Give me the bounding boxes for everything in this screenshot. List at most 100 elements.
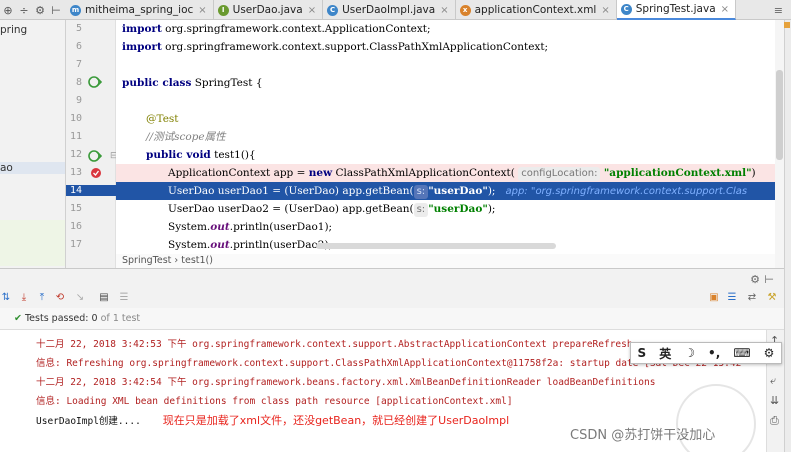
class-icon: C xyxy=(620,3,632,15)
sync-icon[interactable]: ⊕ xyxy=(0,4,16,17)
print-icon[interactable]: ⎙ xyxy=(770,414,779,428)
line-number: 10 xyxy=(69,113,82,124)
module-icon: m xyxy=(70,4,81,16)
wrap-icon[interactable]: ⤶ xyxy=(770,374,776,388)
code-line: //测试scope属性 xyxy=(146,131,226,143)
history-icon[interactable]: ▣ xyxy=(708,292,720,304)
code-line-breakpoint: ApplicationContext app = new ClassPathXm… xyxy=(116,164,775,182)
breadcrumb-method[interactable]: test1() xyxy=(181,255,213,266)
ime-punctuation-icon[interactable]: •, xyxy=(708,346,720,360)
line-number: 7 xyxy=(75,59,82,70)
horizontal-scrollbar[interactable] xyxy=(316,243,556,249)
project-tree-item[interactable]: ao xyxy=(0,162,65,174)
ime-toolbar: S 英 ☽ •, ⌨ ⚙ xyxy=(630,342,782,364)
close-icon[interactable]: × xyxy=(308,5,316,16)
editor-tab-bar: ⊕ ÷ ⚙ ⊢ m mitheima_spring_ioc × I UserDa… xyxy=(0,0,791,20)
line-number: 12 xyxy=(69,149,82,160)
rerun-failed-icon[interactable]: ⟲ xyxy=(54,292,66,304)
console-line: UserDaoImpl创建.... 现在只是加载了xml文件，还没getBean，… xyxy=(36,414,510,427)
close-icon[interactable]: × xyxy=(721,4,729,15)
run-test-icon[interactable] xyxy=(88,76,102,88)
collapse-icon[interactable]: ÷ xyxy=(16,4,32,17)
tab-userdaoimpl[interactable]: C UserDaoImpl.java × xyxy=(323,0,456,20)
ime-logo-icon[interactable]: S xyxy=(638,346,647,360)
annotation-note: 现在只是加载了xml文件，还没getBean，就已经创建了UserDaoImpl xyxy=(162,414,510,427)
code-line: System.out.println(userDao1); xyxy=(168,221,333,233)
tab-springtest[interactable]: C SpringTest.java × xyxy=(616,0,737,20)
tools-icon[interactable]: ⚒ xyxy=(766,292,778,304)
code-line: import org.springframework.context.suppo… xyxy=(122,41,549,53)
tab-overflow[interactable]: ≡ xyxy=(774,0,783,20)
close-icon[interactable]: × xyxy=(601,5,609,16)
tab-label: UserDaoImpl.java xyxy=(342,4,436,16)
run-toolbar: ⇅ ⤓ ⤒ ⟲ ↘ ▤ ☰ ▣ ☰ ⇄ ⚒ xyxy=(0,290,784,308)
code-line: UserDao userDao2 = (UserDao) app.getBean… xyxy=(168,203,496,217)
interface-icon: I xyxy=(217,4,229,16)
code-editor[interactable]: import org.springframework.context.Appli… xyxy=(116,20,775,268)
tests-of: of xyxy=(100,313,110,324)
ime-language-toggle[interactable]: 英 xyxy=(659,345,671,362)
tab-userdao[interactable]: I UserDao.java × xyxy=(214,0,324,20)
import-up-icon[interactable]: ⤒ xyxy=(36,292,48,304)
tab-label: applicationContext.xml xyxy=(474,4,597,16)
code-line-current: UserDao userDao1 = (UserDao) app.getBean… xyxy=(116,182,775,200)
tab-label: mitheima_spring_ioc xyxy=(85,4,194,16)
breakpoint-icon[interactable] xyxy=(90,167,102,179)
tab-label: UserDao.java xyxy=(232,4,303,16)
check-icon: ✔ xyxy=(14,313,25,324)
code-line: import org.springframework.context.Appli… xyxy=(122,23,431,35)
line-number: 16 xyxy=(69,221,82,232)
breadcrumb-class[interactable]: SpringTest xyxy=(122,255,171,266)
list-icon[interactable]: ☰ xyxy=(726,292,738,304)
project-tree-item[interactable]: pring xyxy=(0,24,27,36)
toggle-auto-test-icon[interactable]: ↘ xyxy=(74,292,86,304)
scrollbar-thumb[interactable] xyxy=(776,70,783,160)
hide-panel-icon[interactable]: ⊢ xyxy=(48,4,64,17)
settings-gear-icon[interactable]: ⚙ xyxy=(32,4,48,17)
tests-total: 1 test xyxy=(112,313,141,324)
tab-list-icon[interactable]: ≡ xyxy=(774,4,783,17)
tests-passed-count: 0 xyxy=(91,313,98,324)
tab-label: SpringTest.java xyxy=(635,3,716,15)
project-toolbar: ⊕ ÷ ⚙ ⊢ xyxy=(0,0,66,20)
tab-applicationcontext-xml[interactable]: x applicationContext.xml × xyxy=(456,0,617,20)
breadcrumb: SpringTest › test1() xyxy=(116,254,775,268)
line-number: 9 xyxy=(75,95,82,106)
project-panel: pring ao xyxy=(0,20,66,268)
tab-module[interactable]: m mitheima_spring_ioc × xyxy=(66,0,214,20)
project-tree-highlight xyxy=(0,220,65,266)
ime-settings-icon[interactable]: ⚙ xyxy=(764,346,775,360)
layout-icon[interactable]: ▤ xyxy=(98,292,110,304)
line-number: 13 xyxy=(69,167,82,178)
line-number: 8 xyxy=(75,77,82,88)
close-icon[interactable]: × xyxy=(198,5,206,16)
class-icon: C xyxy=(327,4,339,16)
warning-marker-icon[interactable] xyxy=(784,22,790,28)
export-down-icon[interactable]: ⤓ xyxy=(18,292,30,304)
console-line: 十二月 22, 2018 3:42:54 下午 org.springframew… xyxy=(36,377,656,388)
expand-icon[interactable]: ☰ xyxy=(118,292,130,304)
hide-panel-icon[interactable]: ⊢ xyxy=(764,273,774,286)
sort-icon[interactable]: ⇅ xyxy=(0,292,12,304)
console-line: 信息: Loading XML bean definitions from cl… xyxy=(36,396,513,407)
console-line: 十二月 22, 2018 3:42:53 下午 org.springframew… xyxy=(36,339,633,350)
ime-moon-icon[interactable]: ☽ xyxy=(684,346,695,360)
test-status-bar: ✔ Tests passed: 0 of 1 test xyxy=(0,308,784,330)
line-number: 17 xyxy=(69,239,82,250)
export-icon[interactable]: ⇄ xyxy=(746,292,758,304)
close-icon[interactable]: × xyxy=(440,5,448,16)
line-number: 6 xyxy=(75,41,82,52)
ime-keyboard-icon[interactable]: ⌨ xyxy=(733,346,750,360)
run-test-icon[interactable] xyxy=(88,150,102,162)
file-tabs: m mitheima_spring_ioc × I UserDao.java ×… xyxy=(66,0,737,20)
xml-icon: x xyxy=(459,4,471,16)
scroll-end-icon[interactable]: ⇊ xyxy=(770,394,779,407)
run-panel-header: ⚙ ⊢ xyxy=(0,268,784,290)
line-number: 15 xyxy=(69,203,82,214)
line-number: 11 xyxy=(69,131,82,142)
line-number: 14 xyxy=(66,185,116,196)
line-number: 5 xyxy=(75,23,82,34)
vertical-scrollbar[interactable] xyxy=(775,20,784,268)
settings-gear-icon[interactable]: ⚙ xyxy=(750,273,760,286)
code-line: public void test1(){ xyxy=(146,149,256,161)
